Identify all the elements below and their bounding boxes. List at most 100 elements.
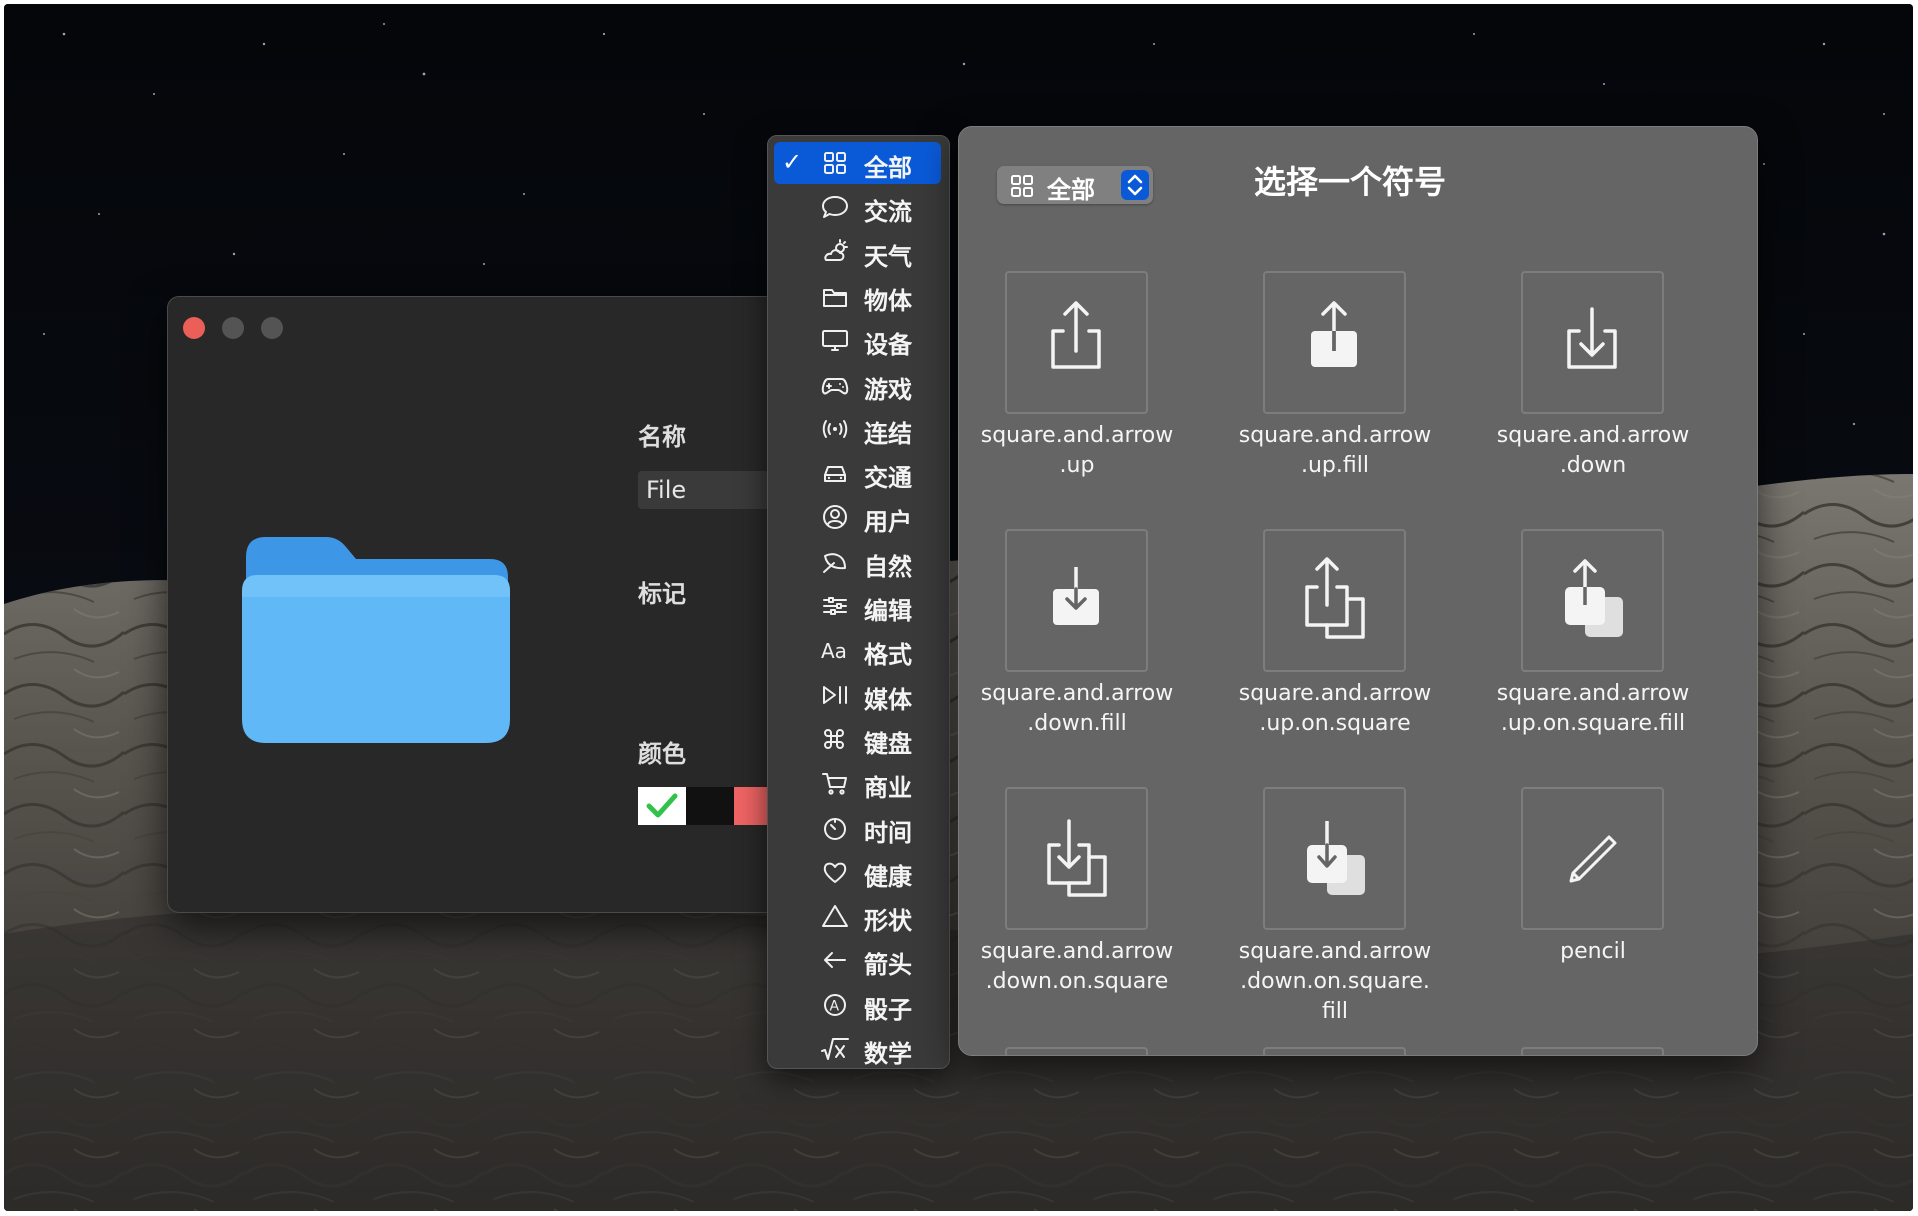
svg-text:Aa: Aa — [821, 639, 847, 663]
cart-icon — [822, 773, 847, 795]
category-menu-item-label: 数学 — [864, 1040, 912, 1068]
symbol-name-label: pencil — [1475, 937, 1711, 967]
symbol-picker-panel: 全部 选择一个符号 square.and.arrow .up square.and.… — [958, 126, 1758, 1056]
playpause-icon — [823, 685, 847, 704]
category-menu-item[interactable]: 交流 — [774, 186, 941, 228]
category-menu-item[interactable]: 键盘 — [774, 718, 941, 760]
symbol-cell[interactable]: pencil — [1475, 787, 1733, 1037]
color-swatch-white[interactable] — [638, 787, 686, 825]
symbol-tile[interactable] — [1005, 271, 1148, 414]
category-menu-item[interactable]: 用户 — [774, 496, 941, 538]
category-menu-item-label: 自然 — [864, 552, 912, 581]
category-menu-item-label: 交流 — [864, 198, 912, 227]
category-menu-item[interactable]: ✓ 全部 — [774, 142, 941, 184]
window-minimize-button[interactable] — [222, 317, 244, 339]
category-menu-item[interactable]: Aa 格式 — [774, 629, 941, 671]
symbol-name-line: .down — [1559, 453, 1627, 478]
category-menu-item[interactable]: 天气 — [774, 231, 941, 273]
timer-icon — [824, 817, 846, 840]
symbol-cell[interactable]: square.and.arrow .down — [1475, 271, 1733, 521]
symbol-name-line: square.and.arrow — [980, 423, 1174, 448]
checkmark-icon: ✓ — [782, 148, 803, 176]
symbol-tile[interactable] — [1263, 787, 1406, 930]
category-menu-item[interactable]: 媒体 — [774, 674, 941, 716]
arrow-left-icon — [824, 952, 846, 969]
category-menu-item[interactable]: 交通 — [774, 452, 941, 494]
svg-text:A: A — [830, 998, 840, 1014]
symbol-cell[interactable]: square.and.arrow .up.on.square.fill — [1475, 529, 1733, 779]
category-menu-item[interactable]: 商业 — [774, 762, 941, 804]
folder-icon — [242, 537, 510, 743]
symbol-tile-partial[interactable] — [1005, 1047, 1148, 1055]
category-menu-item[interactable]: 数学 — [774, 1028, 941, 1070]
symbol-cell[interactable]: square.and.arrow .down.fill — [959, 529, 1217, 779]
symbol-cell[interactable]: square.and.arrow .up.on.square — [1217, 529, 1475, 779]
category-menu-item[interactable]: 时间 — [774, 807, 941, 849]
a-circle-icon: A — [824, 993, 846, 1016]
name-label: 名称 — [638, 423, 686, 451]
category-menu-item-label: 游戏 — [864, 375, 912, 404]
color-label: 颜色 — [638, 740, 686, 768]
window-zoom-button[interactable] — [261, 317, 283, 339]
square-and-arrow-up-on-square-icon — [1305, 557, 1365, 639]
category-menu-item-label: 箭头 — [864, 951, 912, 980]
symbol-tile[interactable] — [1005, 529, 1148, 672]
category-menu-item-label: 键盘 — [864, 729, 912, 758]
symbol-name-line: .up — [1059, 453, 1095, 478]
symbol-name-line: .down.on.square. — [1240, 969, 1430, 994]
symbol-name-line: square.and.arrow — [1238, 423, 1432, 448]
symbol-name-line: pencil — [1560, 939, 1626, 964]
symbol-name-line: square.and.arrow — [980, 681, 1174, 706]
heart-icon — [823, 862, 847, 883]
category-menu-item-label: 用户 — [864, 508, 912, 537]
symbol-name-line: .up.on.square — [1259, 711, 1411, 736]
category-menu-item[interactable]: 设备 — [774, 319, 941, 361]
color-swatch-black[interactable] — [686, 787, 734, 825]
symbol-name-line: square.and.arrow — [1238, 681, 1432, 706]
symbol-name-line: square.and.arrow — [980, 939, 1174, 964]
symbol-tile-partial[interactable] — [1263, 1047, 1406, 1055]
sliders-icon — [823, 597, 847, 615]
category-popup-button[interactable]: 全部 — [997, 166, 1153, 204]
category-menu-item[interactable]: 物体 — [774, 275, 941, 317]
category-menu-item[interactable]: A 骰子 — [774, 984, 941, 1026]
symbol-cell[interactable]: square.and.arrow .down.on.square. fill — [1217, 787, 1475, 1037]
symbol-tile-partial[interactable] — [1521, 1047, 1664, 1055]
symbol-tile[interactable] — [1521, 787, 1664, 930]
person-circle-icon — [823, 505, 847, 530]
symbol-name-line: square.and.arrow — [1496, 681, 1690, 706]
category-menu-item[interactable]: 形状 — [774, 895, 941, 937]
category-menu-item[interactable]: 自然 — [774, 541, 941, 583]
category-menu-item-label: 连结 — [864, 419, 912, 448]
square-and-arrow-up-on-square-fill-icon — [1565, 559, 1623, 637]
symbol-tile[interactable] — [1263, 529, 1406, 672]
category-menu-item-label: 健康 — [864, 862, 912, 891]
window-close-button[interactable] — [183, 317, 205, 339]
square-and-arrow-down-fill-icon — [1053, 567, 1099, 625]
category-menu-item[interactable]: 编辑 — [774, 585, 941, 627]
symbol-cell[interactable]: square.and.arrow .up — [959, 271, 1217, 521]
square-and-arrow-down-on-square-icon — [1047, 819, 1107, 897]
symbol-name-label: square.and.arrow .down.on.square. fill — [1217, 937, 1453, 1027]
symbol-tile[interactable] — [1263, 271, 1406, 414]
category-menu-item-label: 媒体 — [864, 685, 912, 714]
category-menu-item[interactable]: 健康 — [774, 851, 941, 893]
folder-icon — [823, 288, 847, 307]
symbol-name-label: square.and.arrow .up — [959, 421, 1195, 481]
square-and-arrow-down-icon — [1567, 307, 1617, 369]
category-menu-item-label: 交通 — [864, 464, 912, 493]
symbol-tile[interactable] — [1521, 529, 1664, 672]
symbol-cell[interactable]: square.and.arrow .up.fill — [1217, 271, 1475, 521]
symbol-name-label: square.and.arrow .down — [1475, 421, 1711, 481]
symbol-tile[interactable] — [1005, 787, 1148, 930]
symbol-cell[interactable]: square.and.arrow .down.on.square — [959, 787, 1217, 1037]
category-menu-item[interactable]: 连结 — [774, 408, 941, 450]
category-menu-item[interactable]: 箭头 — [774, 939, 941, 981]
chevron-up-down-icon — [1121, 170, 1149, 200]
category-menu-item[interactable]: 游戏 — [774, 364, 941, 406]
category-menu-item-label: 形状 — [864, 907, 912, 936]
symbol-tile[interactable] — [1521, 271, 1664, 414]
category-menu: ✓ 全部交流天气 物体 设备游戏连结交通用户自然编辑 Aa 格式媒体键盘商业时间健康形状箭… — [767, 135, 950, 1069]
cloud-sun-icon — [824, 238, 848, 261]
category-menu-item-label: 时间 — [864, 818, 912, 847]
